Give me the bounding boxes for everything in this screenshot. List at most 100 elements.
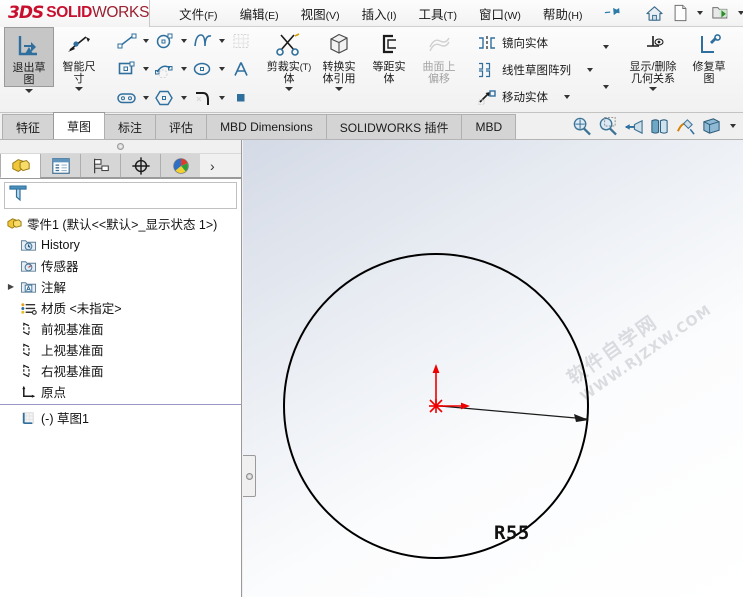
menu-insert[interactable]: 插入(I): [351, 1, 408, 26]
feature-tree-filter[interactable]: [4, 182, 237, 209]
line-icon[interactable]: [114, 29, 140, 53]
menu-help[interactable]: 帮助(H): [532, 1, 594, 26]
slot-arc-icon[interactable]: [152, 57, 178, 81]
previous-view-icon[interactable]: [623, 116, 644, 136]
circle-icon[interactable]: [152, 29, 178, 53]
tree-item-origin[interactable]: 原点: [0, 381, 241, 402]
fillet-icon[interactable]: [190, 86, 216, 110]
panel-tab-bar: ›: [0, 154, 241, 179]
tree-item-sketch1[interactable]: (-) 草图1: [0, 407, 241, 428]
tab-features[interactable]: 特征: [2, 114, 55, 139]
spline-dropdown-icon[interactable]: [219, 39, 225, 44]
graphics-area[interactable]: 软件自学网 WWW.RJZXW.COM R55: [243, 140, 743, 597]
home-icon[interactable]: [642, 2, 667, 25]
straight-slot-icon[interactable]: [114, 86, 140, 110]
tree-item-annotations[interactable]: ▶ 注解: [0, 276, 241, 297]
linear-sketch-pattern-dropdown-icon[interactable]: [587, 67, 593, 72]
trim-entities-dropdown-icon[interactable]: [285, 87, 293, 91]
tree-item-part[interactable]: 零件1 (默认<<默认>_显示状态 1>): [0, 213, 241, 234]
grid-icon[interactable]: [228, 29, 254, 53]
panel-tab-display-manager[interactable]: [160, 154, 201, 178]
solidworks-logo[interactable]: 3DS SOLIDWORKS: [0, 0, 151, 27]
section-view-icon[interactable]: [649, 116, 670, 136]
new-document-dropdown-icon[interactable]: [697, 11, 704, 15]
pattern-overflow-caret-2[interactable]: [603, 85, 609, 89]
ellipse-icon[interactable]: [190, 57, 216, 81]
menu-tools-mnemonic: (T): [443, 9, 457, 22]
panel-tab-dimxpert-manager[interactable]: [120, 154, 161, 178]
move-entities-button[interactable]: 移动实体: [474, 83, 598, 110]
polygon-icon[interactable]: [152, 86, 178, 110]
logo-solidworks-text: SOLIDWORKS: [46, 4, 149, 22]
tree-item-sensors[interactable]: 传感器: [0, 255, 241, 276]
sketch-origin-marker[interactable]: [429, 364, 470, 413]
panel-tabs-more-chevron-right-icon[interactable]: ›: [200, 154, 241, 178]
mirror-entities-button[interactable]: 镜向实体: [474, 29, 598, 56]
offset-on-surface-button[interactable]: 曲面上 偏移: [414, 27, 464, 85]
menu-edit[interactable]: 编辑(E): [229, 1, 290, 26]
tree-item-top-plane[interactable]: 上视基准面: [0, 339, 241, 360]
panel-grip[interactable]: [0, 140, 241, 154]
display-style-icon[interactable]: [701, 116, 722, 136]
rectangle-icon[interactable]: [114, 57, 140, 81]
tree-item-material[interactable]: 材质 <未指定>: [0, 297, 241, 318]
view-toolbar: [571, 116, 739, 136]
menu-window[interactable]: 窗口(W): [468, 1, 532, 26]
slot-dropdown-icon[interactable]: [143, 95, 149, 100]
sketch-canvas[interactable]: [243, 140, 743, 597]
open-folder-dropdown-icon[interactable]: [738, 11, 743, 15]
tab-sketch[interactable]: 草图: [53, 112, 106, 139]
menu-view[interactable]: 视图(V): [290, 1, 351, 26]
panel-splitter-handle[interactable]: [243, 455, 256, 497]
display-style-dropdown-icon[interactable]: [730, 124, 736, 128]
plane-icon: [18, 321, 38, 337]
panel-tab-feature-manager[interactable]: [0, 154, 41, 178]
menu-tools[interactable]: 工具(T): [408, 1, 468, 26]
new-document-icon[interactable]: [669, 2, 692, 24]
trim-entities-button[interactable]: 剪裁实(T) 体: [264, 27, 314, 85]
part-icon: [4, 216, 24, 232]
convert-entities-button[interactable]: 转换实 体引用: [314, 27, 364, 85]
circle-dropdown-icon[interactable]: [181, 39, 187, 44]
tree-item-front-plane[interactable]: 前视基准面: [0, 318, 241, 339]
tree-item-history[interactable]: History: [0, 234, 241, 255]
smart-dimension-dropdown-icon[interactable]: [75, 87, 83, 91]
polygon-dropdown-icon[interactable]: [181, 95, 187, 100]
rectangle-dropdown-icon[interactable]: [143, 67, 149, 72]
tab-evaluate[interactable]: 评估: [155, 114, 208, 139]
fillet-dropdown-icon[interactable]: [219, 95, 225, 100]
tab-mbd-dimensions[interactable]: MBD Dimensions: [206, 114, 327, 139]
convert-entities-dropdown-icon[interactable]: [335, 87, 343, 91]
display-delete-relations-button[interactable]: 显示/删除 几何关系: [622, 27, 684, 85]
pin-icon[interactable]: [601, 1, 624, 24]
tab-mbd[interactable]: MBD: [461, 114, 517, 139]
tab-solidworks-addins[interactable]: SOLIDWORKS 插件: [325, 114, 463, 139]
view-orientation-icon[interactable]: [675, 116, 696, 136]
exit-sketch-dropdown-icon[interactable]: [25, 89, 33, 93]
offset-entities-button[interactable]: 等距实 体: [364, 27, 414, 85]
repair-sketch-button[interactable]: 修复草 图: [684, 27, 734, 85]
tab-markup[interactable]: 标注: [104, 114, 157, 139]
move-entities-dropdown-icon[interactable]: [564, 94, 570, 99]
rollback-bar[interactable]: [0, 404, 241, 405]
text-icon[interactable]: [228, 57, 254, 81]
smart-dimension-button[interactable]: 智能尺 寸: [54, 27, 104, 85]
panel-tab-configuration-manager[interactable]: [80, 154, 121, 178]
open-folder-icon[interactable]: [708, 2, 733, 24]
tree-expander-annotations[interactable]: ▶: [4, 282, 18, 291]
pattern-overflow-caret-1[interactable]: [603, 45, 609, 49]
ellipse-dropdown-icon[interactable]: [219, 67, 225, 72]
spline-icon[interactable]: [190, 29, 216, 53]
arc-dropdown-icon[interactable]: [181, 67, 187, 72]
line-dropdown-icon[interactable]: [143, 39, 149, 44]
zoom-to-area-icon[interactable]: [597, 116, 618, 136]
menu-file[interactable]: 文件(F): [168, 1, 228, 26]
display-delete-relations-dropdown-icon[interactable]: [649, 87, 657, 91]
panel-tab-property-manager[interactable]: [40, 154, 81, 178]
radius-dimension-text[interactable]: R55: [494, 522, 530, 544]
zoom-to-fit-icon[interactable]: [571, 116, 592, 136]
point-icon[interactable]: [228, 86, 254, 110]
tree-item-right-plane[interactable]: 右视基准面: [0, 360, 241, 381]
exit-sketch-button[interactable]: 退出草 图: [4, 27, 54, 87]
linear-sketch-pattern-button[interactable]: 线性草图阵列: [474, 56, 598, 83]
